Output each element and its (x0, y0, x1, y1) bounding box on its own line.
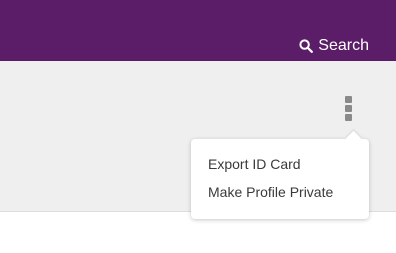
search-label: Search (318, 37, 369, 54)
top-header: Search (0, 0, 396, 61)
options-dropdown-menu: Export ID Card Make Profile Private (191, 139, 369, 219)
more-options-button[interactable] (341, 96, 355, 126)
menu-item-make-profile-private[interactable]: Make Profile Private (208, 184, 333, 200)
menu-item-export-id-card[interactable]: Export ID Card (208, 156, 301, 172)
more-vertical-icon-dot (345, 105, 352, 112)
search-button[interactable]: Search (299, 37, 369, 55)
more-vertical-icon-dot (345, 114, 352, 121)
more-vertical-icon-dot (345, 96, 352, 103)
search-icon (299, 39, 314, 53)
